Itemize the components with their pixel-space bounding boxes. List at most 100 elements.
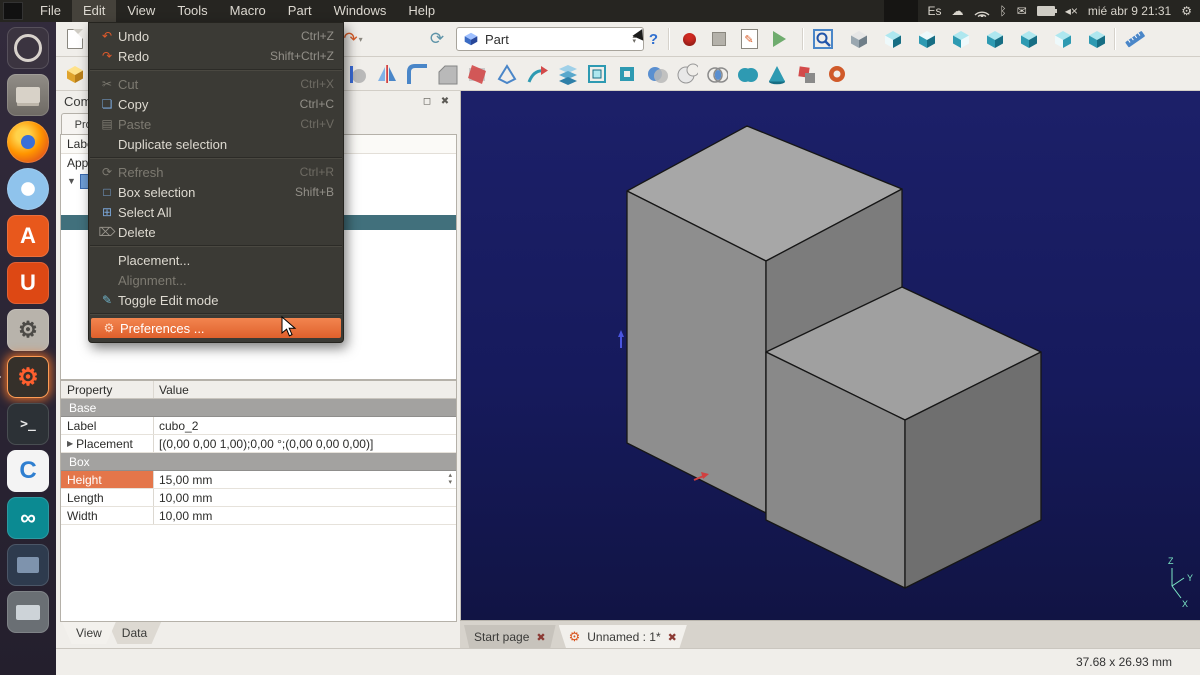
app-c-icon[interactable]: C xyxy=(7,450,49,492)
panel-close-icon[interactable]: ✖ xyxy=(438,94,452,108)
part-loft-icon[interactable] xyxy=(554,61,580,87)
macro-play-icon[interactable] xyxy=(768,26,794,52)
app-a-icon[interactable]: A xyxy=(7,215,49,257)
view-front-icon[interactable] xyxy=(880,26,906,52)
macro-record-icon[interactable] xyxy=(676,26,702,52)
arduino-icon[interactable]: ∞ xyxy=(7,497,49,539)
menuitem-redo[interactable]: ↷ Redo Shift+Ctrl+Z xyxy=(89,46,343,66)
menu-macro[interactable]: Macro xyxy=(219,0,277,22)
property-group-base[interactable]: Base xyxy=(61,399,456,417)
measure-distance-icon[interactable] xyxy=(1122,26,1148,52)
property-group-box[interactable]: Box xyxy=(61,453,456,471)
menu-file[interactable]: File xyxy=(29,0,72,22)
view-axonometric-icon[interactable] xyxy=(846,26,872,52)
dash-home-icon[interactable] xyxy=(7,27,49,69)
bluetooth-icon[interactable]: ᛒ xyxy=(1000,0,1007,22)
menu-part[interactable]: Part xyxy=(277,0,323,22)
menuitem-paste[interactable]: ▤ Paste Ctrl+V xyxy=(89,114,343,134)
menuitem-undo[interactable]: ↶ Undo Ctrl+Z xyxy=(89,26,343,46)
window-menu-icon[interactable] xyxy=(3,2,23,20)
ubuntu-software-icon[interactable]: U xyxy=(7,262,49,304)
keyboard-layout-indicator[interactable]: Es xyxy=(928,0,942,22)
part-shapebuilder-icon[interactable] xyxy=(824,61,850,87)
view-left-icon[interactable] xyxy=(1050,26,1076,52)
tab-unnamed-document[interactable]: ⚙ Unnamed : 1* ✖ xyxy=(559,625,687,649)
tab-data[interactable]: Data xyxy=(108,622,161,644)
part-cross-sections-icon[interactable] xyxy=(494,61,520,87)
mail-icon[interactable]: ✉ xyxy=(1017,0,1027,22)
freecad-icon[interactable]: ⚙ xyxy=(7,356,49,398)
menuitem-toggle-edit-mode[interactable]: ✎ Toggle Edit mode xyxy=(89,290,343,310)
files-icon[interactable] xyxy=(7,74,49,116)
menu-windows[interactable]: Windows xyxy=(323,0,398,22)
part-box-icon[interactable] xyxy=(62,61,88,87)
part-boolean-icon[interactable] xyxy=(644,61,670,87)
menu-tools[interactable]: Tools xyxy=(166,0,218,22)
terminal-icon[interactable]: >_ xyxy=(7,403,49,445)
menu-view[interactable]: View xyxy=(116,0,166,22)
panel-float-icon[interactable]: ◻ xyxy=(420,94,434,108)
macro-edit-icon[interactable]: ✎ xyxy=(736,26,762,52)
menuitem-placement[interactable]: Placement... xyxy=(89,250,343,270)
refresh-icon[interactable]: ⟳ xyxy=(424,26,450,52)
menuitem-alignment[interactable]: Alignment... xyxy=(89,270,343,290)
tab-view[interactable]: View xyxy=(62,622,116,644)
part-cut-icon[interactable] xyxy=(674,61,700,87)
menuitem-copy[interactable]: ❏ Copy Ctrl+C xyxy=(89,94,343,114)
view-top-icon[interactable] xyxy=(914,26,940,52)
part-chamfer-icon[interactable] xyxy=(434,61,460,87)
menuitem-duplicate-selection[interactable]: Duplicate selection xyxy=(89,134,343,154)
menuitem-select-all[interactable]: ⊞ Select All xyxy=(89,202,343,222)
firefox-icon[interactable] xyxy=(7,121,49,163)
property-row-length[interactable]: Length 10,00 mm xyxy=(61,489,456,507)
part-common-icon[interactable] xyxy=(704,61,730,87)
placement-expander-icon[interactable]: ▶ xyxy=(67,439,73,448)
wifi-icon[interactable] xyxy=(974,5,990,17)
workbench-selector[interactable]: Part ▴▾ xyxy=(456,27,644,51)
part-section-icon[interactable] xyxy=(464,61,490,87)
part-cone-icon[interactable] xyxy=(764,61,790,87)
view-iso-alt-icon[interactable] xyxy=(1084,26,1110,52)
tree-expander-icon[interactable]: ▼ xyxy=(67,176,76,186)
part-fillet-icon[interactable] xyxy=(404,61,430,87)
part-revolve-icon[interactable] xyxy=(344,61,370,87)
close-tab-icon[interactable]: ✖ xyxy=(668,631,677,644)
part-union-icon[interactable] xyxy=(734,61,760,87)
part-thickness-icon[interactable] xyxy=(614,61,640,87)
bottom-app-icon[interactable] xyxy=(7,591,49,633)
tab-start-page[interactable]: Start page ✖ xyxy=(464,625,556,649)
view-fit-icon[interactable] xyxy=(810,26,836,52)
battery-icon[interactable] xyxy=(1037,6,1055,16)
menu-help[interactable]: Help xyxy=(397,0,446,22)
view-bottom-icon[interactable] xyxy=(1016,26,1042,52)
session-gear-icon[interactable]: ⚙ xyxy=(1181,0,1192,22)
menuitem-cut[interactable]: ✂ Cut Ctrl+X xyxy=(89,74,343,94)
height-spinner[interactable]: ▴▾ xyxy=(448,472,452,486)
menuitem-refresh[interactable]: ⟳ Refresh Ctrl+R xyxy=(89,162,343,182)
part-mirror-icon[interactable] xyxy=(374,61,400,87)
part-sweep-icon[interactable] xyxy=(524,61,550,87)
clock[interactable]: mié abr 9 21:31 xyxy=(1088,0,1171,22)
menuitem-preferences[interactable]: ⚙ Preferences ... xyxy=(91,318,341,338)
3d-viewport[interactable]: Z Y X xyxy=(460,90,1200,620)
dark-app-icon[interactable] xyxy=(7,544,49,586)
system-settings-icon[interactable]: ⚙ xyxy=(7,309,49,351)
cloud-icon[interactable]: ☁ xyxy=(952,0,964,22)
property-row-width[interactable]: Width 10,00 mm xyxy=(61,507,456,525)
chromium-icon[interactable] xyxy=(7,168,49,210)
menuitem-delete[interactable]: ⌦ Delete xyxy=(89,222,343,242)
volume-icon[interactable]: ◂× xyxy=(1065,0,1078,22)
property-row-height[interactable]: Height 15,00 mm ▴▾ xyxy=(61,471,456,489)
view-rear-icon[interactable] xyxy=(982,26,1008,52)
macro-stop-icon[interactable] xyxy=(706,26,732,52)
part-offset-icon[interactable] xyxy=(584,61,610,87)
property-row-placement[interactable]: ▶Placement [(0,00 0,00 1,00);0,00 °;(0,0… xyxy=(61,435,456,453)
close-tab-icon[interactable]: ✖ xyxy=(536,631,545,644)
menu-edit[interactable]: Edit xyxy=(72,0,116,22)
view-right-icon[interactable] xyxy=(948,26,974,52)
whats-this-icon[interactable]: ? xyxy=(634,26,660,52)
part-compound-icon[interactable] xyxy=(794,61,820,87)
menuitem-box-selection[interactable]: □ Box selection Shift+B xyxy=(89,182,343,202)
property-row-label[interactable]: Label cubo_2 xyxy=(61,417,456,435)
new-document-icon[interactable] xyxy=(62,26,88,52)
